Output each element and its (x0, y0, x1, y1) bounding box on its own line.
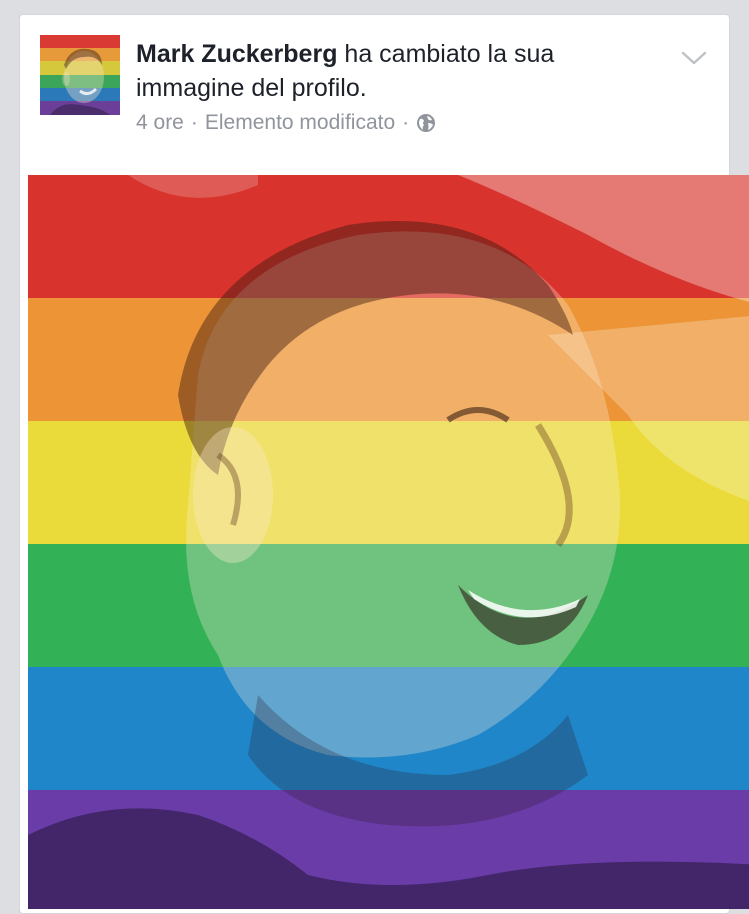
author-name-link[interactable]: Mark Zuckerberg (136, 40, 337, 68)
timestamp-link[interactable]: 4 ore (136, 109, 184, 137)
chevron-down-icon[interactable] (679, 43, 709, 73)
story-headline: Mark Zuckerberg ha cambiato la sua immag… (136, 37, 656, 105)
story-meta: 4 ore · Elemento modificato · (136, 109, 436, 137)
meta-separator: · (402, 111, 410, 134)
meta-separator: · (190, 111, 198, 134)
globe-icon[interactable] (416, 113, 436, 133)
feed-story-card: Mark Zuckerberg ha cambiato la sua immag… (19, 14, 749, 914)
profile-avatar[interactable] (40, 35, 120, 115)
story-header: Mark Zuckerberg ha cambiato la sua immag… (40, 35, 709, 145)
edited-label[interactable]: Elemento modificato (205, 109, 395, 137)
profile-photo[interactable] (28, 175, 749, 909)
